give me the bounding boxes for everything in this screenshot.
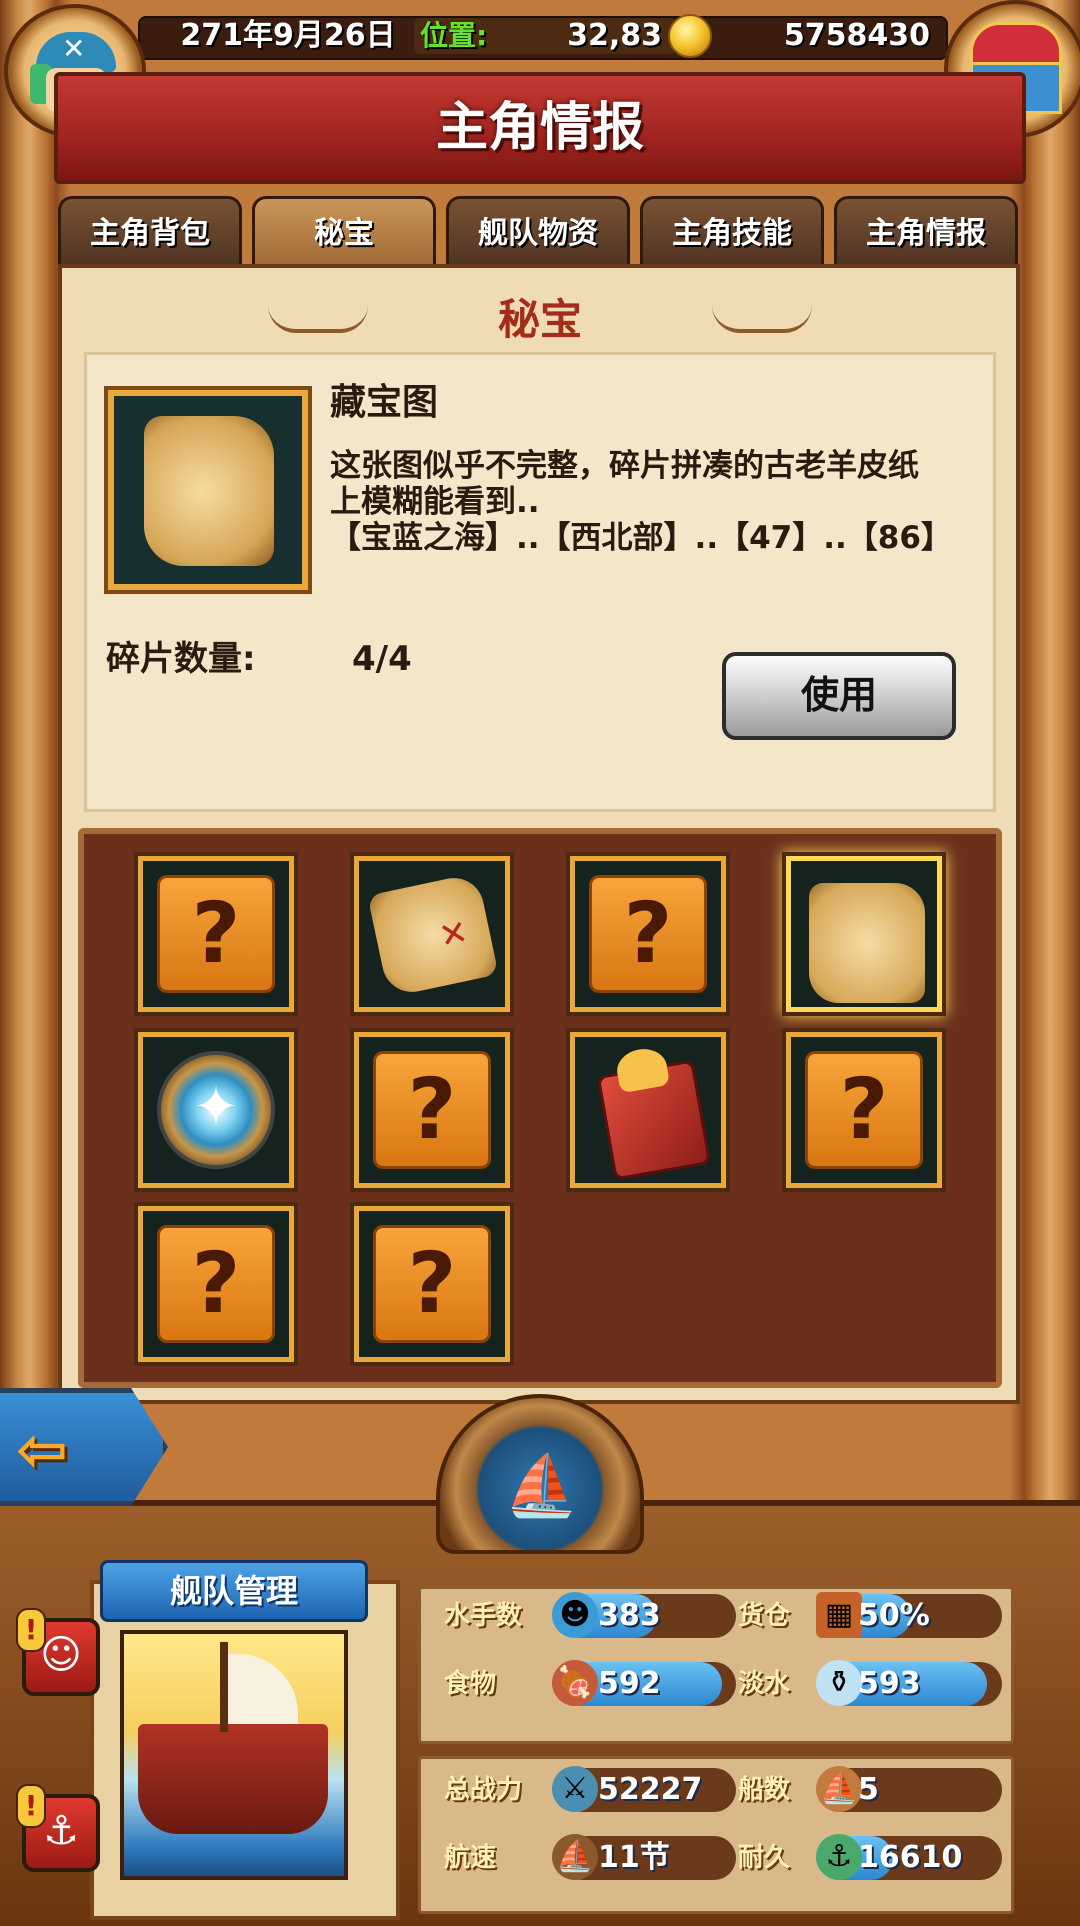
question-mark-icon: ? bbox=[157, 1225, 275, 1343]
stat-label: 淡水 bbox=[738, 1669, 791, 1699]
tab-info[interactable]: 主角情报 bbox=[834, 196, 1018, 266]
stat-label: 船数 bbox=[738, 1775, 791, 1805]
treasure-slot[interactable]: ? bbox=[354, 1206, 510, 1362]
stat-value: 50% bbox=[858, 1598, 930, 1633]
question-mark-icon: ? bbox=[589, 875, 707, 993]
ship-icon: ⛵ bbox=[816, 1766, 862, 1812]
section-title: 秘宝 bbox=[497, 295, 582, 344]
stat-value: 593 bbox=[858, 1666, 921, 1701]
compass-icon bbox=[157, 1051, 275, 1169]
stat-value: 52227 bbox=[598, 1772, 703, 1807]
treasure-slot[interactable]: ? bbox=[786, 1032, 942, 1188]
fragment-count-label: 碎片数量: bbox=[106, 639, 256, 679]
stat-value: 5 bbox=[858, 1772, 879, 1807]
treasure-slot[interactable]: ✕ bbox=[354, 856, 510, 1012]
treasure-slot-selected[interactable] bbox=[786, 856, 942, 1012]
sail-speed-icon: ⛵ bbox=[552, 1834, 598, 1880]
tab-treasure[interactable]: 秘宝 bbox=[252, 196, 436, 268]
fragment-count-value: 4/4 bbox=[352, 639, 412, 679]
stat-label: 食物 bbox=[444, 1669, 497, 1699]
stat-label: 货仓 bbox=[738, 1601, 791, 1631]
use-button[interactable]: 使用 bbox=[722, 652, 956, 740]
fleet-management-title[interactable]: 舰队管理 bbox=[100, 1560, 368, 1622]
treasure-slot[interactable]: ? bbox=[570, 856, 726, 1012]
boat-icon: ⛵ bbox=[504, 1451, 579, 1521]
stat-value: 383 bbox=[598, 1598, 661, 1633]
arrow-left-icon: ⇦ bbox=[16, 1413, 68, 1486]
question-mark-icon: ? bbox=[805, 1051, 923, 1169]
question-mark-icon: ? bbox=[373, 1051, 491, 1169]
sailor-alert-button[interactable]: ! ☺ bbox=[16, 1608, 100, 1696]
crossed-swords-skull-icon: ⚔ bbox=[552, 1766, 598, 1812]
position-value: 32,83 bbox=[567, 18, 662, 53]
question-mark-icon: ? bbox=[373, 1225, 491, 1343]
stat-label: 航速 bbox=[444, 1843, 497, 1873]
stat-value: 16610 bbox=[858, 1840, 963, 1875]
ship-image[interactable] bbox=[120, 1630, 348, 1880]
ship-alert-button[interactable]: ! ⚓ bbox=[16, 1784, 100, 1872]
sailor-icon: ☺ bbox=[40, 1632, 82, 1678]
gold-coin-icon bbox=[668, 14, 712, 58]
red-book-icon bbox=[596, 1059, 712, 1181]
treasure-slot[interactable] bbox=[570, 1032, 726, 1188]
crate-icon: ▦ bbox=[816, 1592, 862, 1638]
treasure-slot[interactable]: ? bbox=[138, 1206, 294, 1362]
game-date: 271年9月26日 bbox=[180, 18, 396, 53]
item-name: 藏宝图 bbox=[330, 382, 439, 423]
meat-icon: 🍖 bbox=[552, 1660, 598, 1706]
gold-amount: 5758430 bbox=[783, 18, 930, 53]
stat-label: 总战力 bbox=[444, 1775, 523, 1805]
stat-value: 11节 bbox=[598, 1840, 670, 1875]
item-description: 这张图似乎不完整，碎片拼凑的古老羊皮纸 上模糊能看到.. 【宝蓝之海】..【西北… bbox=[330, 448, 952, 556]
question-mark-icon: ? bbox=[157, 875, 275, 993]
stat-label: 水手数 bbox=[444, 1601, 523, 1631]
stat-label: 耐久 bbox=[738, 1843, 791, 1873]
tab-backpack[interactable]: 主角背包 bbox=[58, 196, 242, 266]
stat-value: 592 bbox=[598, 1666, 661, 1701]
ship-icon: ⚓ bbox=[43, 1808, 79, 1854]
tab-fleet-supplies[interactable]: 舰队物资 bbox=[446, 196, 630, 266]
page-title: 主角情报 bbox=[435, 98, 644, 158]
treasure-map-fragment-icon: ✕ bbox=[367, 872, 499, 998]
water-jug-icon: ⚱ bbox=[816, 1660, 862, 1706]
treasure-slot[interactable]: ? bbox=[354, 1032, 510, 1188]
treasure-map-icon bbox=[108, 390, 308, 590]
treasure-slot[interactable] bbox=[138, 1032, 294, 1188]
sailor-icon: ☻ bbox=[552, 1592, 598, 1638]
anchor-durability-icon: ⚓ bbox=[816, 1834, 862, 1880]
treasure-map-icon bbox=[809, 883, 925, 1003]
treasure-slot[interactable]: ? bbox=[138, 856, 294, 1012]
tab-skills[interactable]: 主角技能 bbox=[640, 196, 824, 266]
position-label: 位置: bbox=[420, 19, 488, 52]
